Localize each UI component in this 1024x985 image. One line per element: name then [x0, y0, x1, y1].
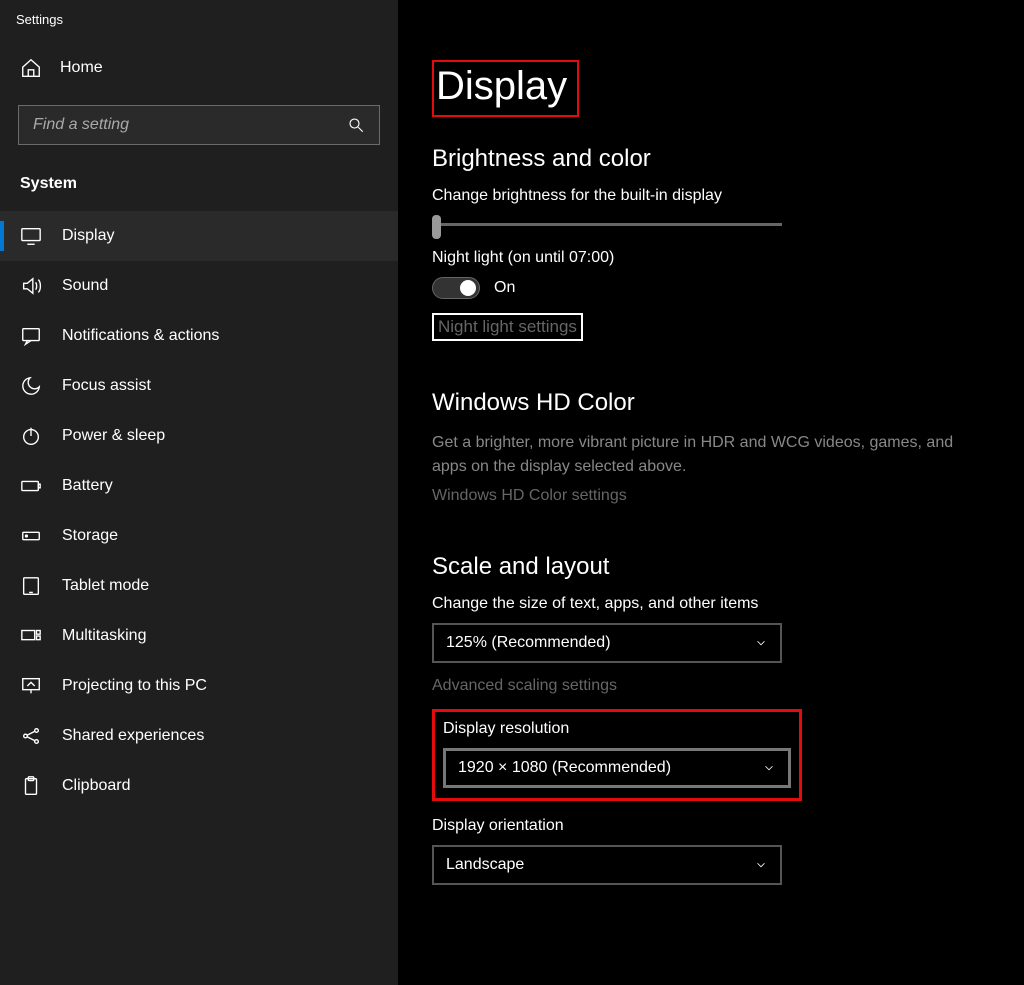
brightness-header: Brightness and color	[432, 145, 984, 173]
night-light-toggle[interactable]	[432, 277, 480, 299]
home-button[interactable]: Home	[0, 47, 398, 89]
sidebar-item-focus[interactable]: Focus assist	[0, 361, 398, 411]
sidebar-item-label: Storage	[62, 527, 118, 545]
display-icon	[20, 225, 42, 247]
orientation-combo[interactable]: Landscape	[432, 845, 782, 885]
multitasking-icon	[20, 625, 42, 647]
clipboard-icon	[20, 775, 42, 797]
sidebar-item-label: Multitasking	[62, 627, 146, 645]
hd-color-settings-link[interactable]: Windows HD Color settings	[432, 487, 627, 505]
sidebar: Settings Home System Display Sound	[0, 0, 398, 985]
scale-header: Scale and layout	[432, 553, 984, 581]
resolution-highlight: Display resolution 1920 × 1080 (Recommen…	[432, 709, 802, 801]
search-icon	[347, 116, 365, 134]
shared-icon	[20, 725, 42, 747]
sidebar-item-label: Shared experiences	[62, 727, 204, 745]
brightness-label: Change brightness for the built-in displ…	[432, 187, 984, 205]
orientation-value: Landscape	[446, 856, 524, 874]
advanced-scaling-link[interactable]: Advanced scaling settings	[432, 677, 617, 695]
battery-icon	[20, 475, 42, 497]
main-content: Display Brightness and color Change brig…	[398, 0, 1024, 985]
home-icon	[20, 57, 42, 79]
text-size-combo[interactable]: 125% (Recommended)	[432, 623, 782, 663]
search-box[interactable]	[18, 105, 380, 145]
sidebar-item-multitasking[interactable]: Multitasking	[0, 611, 398, 661]
sidebar-item-projecting[interactable]: Projecting to this PC	[0, 661, 398, 711]
sidebar-item-label: Tablet mode	[62, 577, 149, 595]
sidebar-item-display[interactable]: Display	[0, 211, 398, 261]
orientation-label: Display orientation	[432, 817, 984, 835]
night-light-label: Night light (on until 07:00)	[432, 249, 984, 267]
text-size-value: 125% (Recommended)	[446, 634, 611, 652]
toggle-knob	[460, 280, 476, 296]
page-title: Display	[432, 60, 579, 117]
sidebar-item-battery[interactable]: Battery	[0, 461, 398, 511]
hd-color-header: Windows HD Color	[432, 389, 984, 417]
sidebar-item-power[interactable]: Power & sleep	[0, 411, 398, 461]
sidebar-item-clipboard[interactable]: Clipboard	[0, 761, 398, 811]
sidebar-item-label: Sound	[62, 277, 108, 295]
night-light-state: On	[494, 279, 515, 297]
storage-icon	[20, 525, 42, 547]
slider-thumb[interactable]	[432, 215, 441, 239]
chevron-down-icon	[754, 858, 768, 872]
slider-track	[432, 223, 782, 226]
home-label: Home	[60, 59, 103, 77]
sidebar-item-notifications[interactable]: Notifications & actions	[0, 311, 398, 361]
sidebar-item-tablet[interactable]: Tablet mode	[0, 561, 398, 611]
nav-list: Display Sound Notifications & actions Fo…	[0, 211, 398, 811]
resolution-value: 1920 × 1080 (Recommended)	[458, 759, 671, 777]
night-light-settings-link[interactable]: Night light settings	[432, 313, 583, 341]
resolution-label: Display resolution	[443, 720, 791, 738]
sidebar-item-sound[interactable]: Sound	[0, 261, 398, 311]
resolution-combo[interactable]: 1920 × 1080 (Recommended)	[443, 748, 791, 788]
sidebar-item-label: Projecting to this PC	[62, 677, 207, 695]
sound-icon	[20, 275, 42, 297]
sidebar-item-label: Battery	[62, 477, 113, 495]
focus-icon	[20, 375, 42, 397]
chevron-down-icon	[762, 761, 776, 775]
chevron-down-icon	[754, 636, 768, 650]
hd-color-desc: Get a brighter, more vibrant picture in …	[432, 431, 972, 479]
brightness-slider[interactable]	[432, 215, 782, 235]
window-title: Settings	[0, 12, 398, 47]
power-icon	[20, 425, 42, 447]
text-size-label: Change the size of text, apps, and other…	[432, 595, 984, 613]
sidebar-item-shared[interactable]: Shared experiences	[0, 711, 398, 761]
search-input[interactable]	[33, 116, 347, 134]
sidebar-item-label: Focus assist	[62, 377, 151, 395]
sidebar-item-label: Notifications & actions	[62, 327, 219, 345]
sidebar-item-storage[interactable]: Storage	[0, 511, 398, 561]
notifications-icon	[20, 325, 42, 347]
group-header: System	[0, 167, 398, 211]
sidebar-item-label: Power & sleep	[62, 427, 165, 445]
sidebar-item-label: Clipboard	[62, 777, 130, 795]
projecting-icon	[20, 675, 42, 697]
tablet-icon	[20, 575, 42, 597]
sidebar-item-label: Display	[62, 227, 114, 245]
